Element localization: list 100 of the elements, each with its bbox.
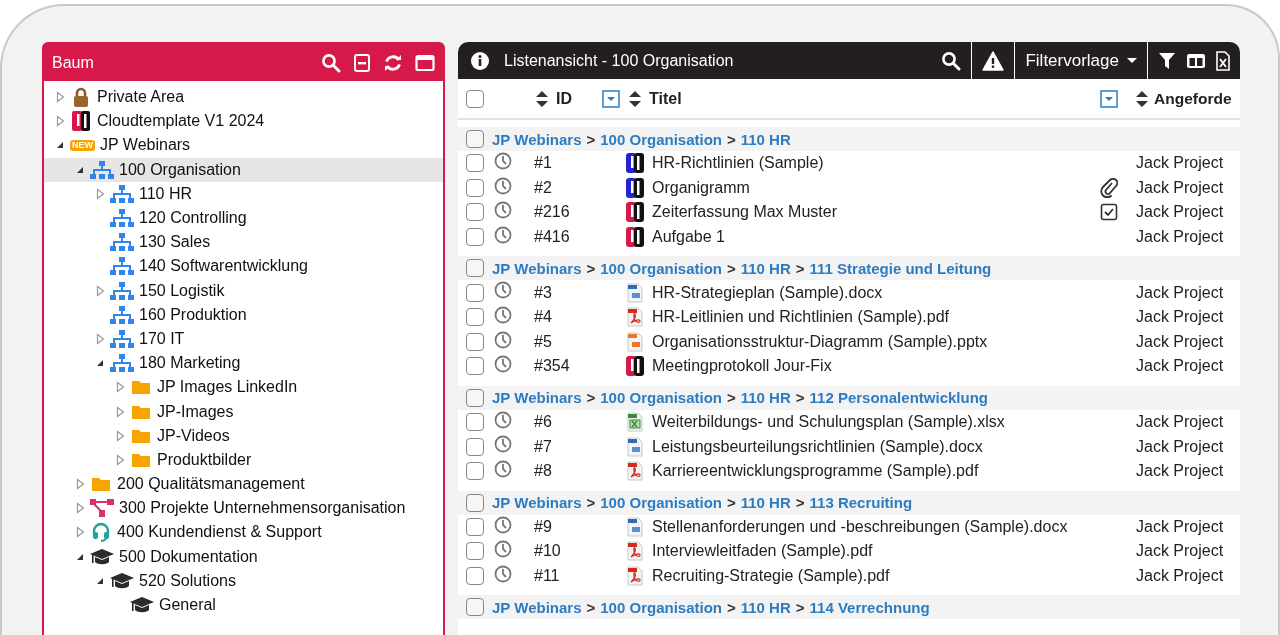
checkbox[interactable] [466, 388, 484, 407]
search-icon[interactable] [941, 50, 962, 71]
breadcrumb-link[interactable]: 100 Organisation [600, 130, 722, 148]
collapsed-triangle-icon[interactable] [95, 332, 105, 345]
checkbox[interactable] [466, 413, 484, 432]
collapsed-triangle-icon[interactable] [115, 429, 125, 442]
refresh-icon[interactable] [383, 52, 403, 73]
checkbox[interactable] [466, 437, 484, 456]
title-cell[interactable]: Zeiterfassung Max Muster [652, 203, 1100, 222]
collapsed-triangle-icon[interactable] [75, 478, 85, 491]
title-cell[interactable]: Organigramm [652, 178, 1100, 197]
collapsed-triangle-icon[interactable] [115, 453, 125, 466]
title-cell[interactable]: HR-Leitlinien und Richtlinien (Sample).pdf [652, 308, 1100, 327]
breadcrumb-link[interactable]: 111 Strategie und Leitung [809, 259, 992, 277]
breadcrumb-link[interactable]: 110 HR [740, 494, 791, 512]
checkbox[interactable] [466, 567, 484, 585]
column-heading[interactable]: Angeforde [1154, 89, 1232, 108]
checkbox[interactable] [466, 332, 484, 351]
tree-item[interactable]: 520 Solutions [44, 568, 443, 593]
breadcrumb-link[interactable]: 110 HR [740, 389, 791, 407]
tree-item[interactable]: Private Area [44, 85, 443, 110]
collapsed-triangle-icon[interactable] [55, 115, 65, 128]
breadcrumb-link[interactable]: 100 Organisation [600, 259, 722, 277]
tree-item[interactable]: JP-Images [44, 399, 443, 424]
checkbox[interactable] [466, 89, 484, 108]
checkbox[interactable] [466, 517, 484, 536]
tree-item[interactable]: 200 Qualitätsmanagement [44, 472, 443, 497]
collapsed-triangle-icon[interactable] [115, 381, 125, 394]
dropdown-icon[interactable] [602, 89, 620, 108]
tree-item[interactable]: 100 Organisation [44, 157, 443, 182]
breadcrumb-link[interactable]: 110 HR [740, 259, 791, 277]
checkbox[interactable] [466, 178, 484, 197]
breadcrumb-link[interactable]: JP Webinars [492, 389, 582, 407]
checkbox[interactable] [466, 203, 484, 222]
checkbox[interactable] [466, 598, 484, 617]
checkbox[interactable] [466, 228, 484, 247]
checkbox[interactable] [466, 357, 484, 376]
expanded-triangle-icon[interactable] [95, 358, 105, 369]
tree-item[interactable]: 140 Softwarentwicklung [44, 254, 443, 279]
collapsed-triangle-icon[interactable] [75, 502, 85, 515]
tree-item[interactable]: JP Images LinkedIn [44, 375, 443, 400]
tree-item[interactable]: Cloudtemplate V1 2024 [44, 109, 443, 134]
breadcrumb-link[interactable]: 113 Recruiting [809, 494, 913, 512]
collapsed-triangle-icon[interactable] [55, 91, 65, 104]
columns-icon[interactable] [1186, 52, 1206, 69]
tree-item[interactable]: Produktbilder [44, 447, 443, 472]
checkbox[interactable] [466, 462, 484, 481]
collapsed-triangle-icon[interactable] [95, 187, 105, 200]
expanded-triangle-icon[interactable] [55, 140, 65, 151]
filter-template-button[interactable]: Filtervorlage [1014, 42, 1148, 79]
sort-icon[interactable] [536, 90, 548, 107]
tree-item[interactable]: 110 HR [44, 181, 443, 206]
dropdown-icon[interactable] [1100, 89, 1118, 108]
checkbox[interactable] [466, 493, 484, 512]
title-cell[interactable]: Aufgabe 1 [652, 228, 1100, 247]
tree-item[interactable]: 150 Logistik [44, 278, 443, 303]
warning-icon[interactable] [982, 50, 1005, 71]
checkbox[interactable] [466, 130, 484, 148]
breadcrumb-link[interactable]: 100 Organisation [600, 494, 722, 512]
tree-item[interactable]: 120 Controlling [44, 205, 443, 231]
collapsed-triangle-icon[interactable] [75, 526, 85, 539]
checkbox[interactable] [466, 154, 484, 173]
breadcrumb-link[interactable]: JP Webinars [492, 494, 582, 512]
window-icon[interactable] [415, 53, 435, 72]
title-cell[interactable]: HR-Richtlinien (Sample) [652, 154, 1100, 173]
title-cell[interactable]: Weiterbildungs- und Schulungsplan (Sample).xlsx [652, 413, 1100, 432]
column-heading[interactable]: ID [556, 89, 572, 108]
column-heading[interactable]: Titel [649, 89, 682, 108]
tree-item[interactable]: 130 Sales [44, 230, 443, 255]
breadcrumb-link[interactable]: 114 Verrechnung [809, 598, 930, 616]
tree-item[interactable]: 180 Marketing [44, 351, 443, 376]
title-cell[interactable]: Leistungsbeurteilungsrichtlinien (Sample).docx [652, 437, 1100, 456]
collapse-icon[interactable] [353, 52, 371, 73]
breadcrumb-link[interactable]: JP Webinars [492, 259, 582, 277]
sort-icon[interactable] [629, 90, 641, 107]
collapsed-triangle-icon[interactable] [115, 405, 125, 418]
tree-item[interactable]: 300 Projekte Unternehmensorganisation [44, 496, 443, 521]
tree-item[interactable]: 160 Produktion [44, 302, 443, 327]
breadcrumb-link[interactable]: JP Webinars [492, 598, 582, 616]
sort-icon[interactable] [1136, 90, 1148, 107]
tree-item[interactable]: NEW JP Webinars [44, 133, 443, 158]
breadcrumb-link[interactable]: 100 Organisation [600, 389, 722, 407]
title-cell[interactable]: HR-Strategieplan (Sample).docx [652, 283, 1100, 302]
breadcrumb-link[interactable]: 112 Personalentwicklung [809, 389, 988, 407]
funnel-icon[interactable] [1158, 51, 1176, 70]
title-cell[interactable]: Organisationsstruktur-Diagramm (Sample).pptx [652, 332, 1100, 351]
breadcrumb-link[interactable]: 100 Organisation [600, 598, 722, 616]
tree-item[interactable]: General [44, 592, 443, 618]
tree-item[interactable]: JP-Videos [44, 423, 443, 448]
tree-item[interactable]: 170 IT [44, 326, 443, 352]
breadcrumb-link[interactable]: JP Webinars [492, 130, 582, 148]
checkbox[interactable] [466, 542, 484, 561]
tree-item[interactable]: 400 Kundendienst & Support [44, 520, 443, 545]
title-cell[interactable]: Stellenanforderungen und -beschreibungen (Sample).docx [652, 517, 1100, 536]
breadcrumb-link[interactable]: 110 HR [740, 598, 791, 616]
checkbox[interactable] [466, 308, 484, 327]
breadcrumb-link[interactable]: 110 HR [740, 130, 791, 148]
title-cell[interactable]: Interviewleitfaden (Sample).pdf [652, 542, 1100, 561]
title-cell[interactable]: Karriereentwicklungsprogramme (Sample).pdf [652, 462, 1100, 481]
collapsed-triangle-icon[interactable] [95, 284, 105, 297]
